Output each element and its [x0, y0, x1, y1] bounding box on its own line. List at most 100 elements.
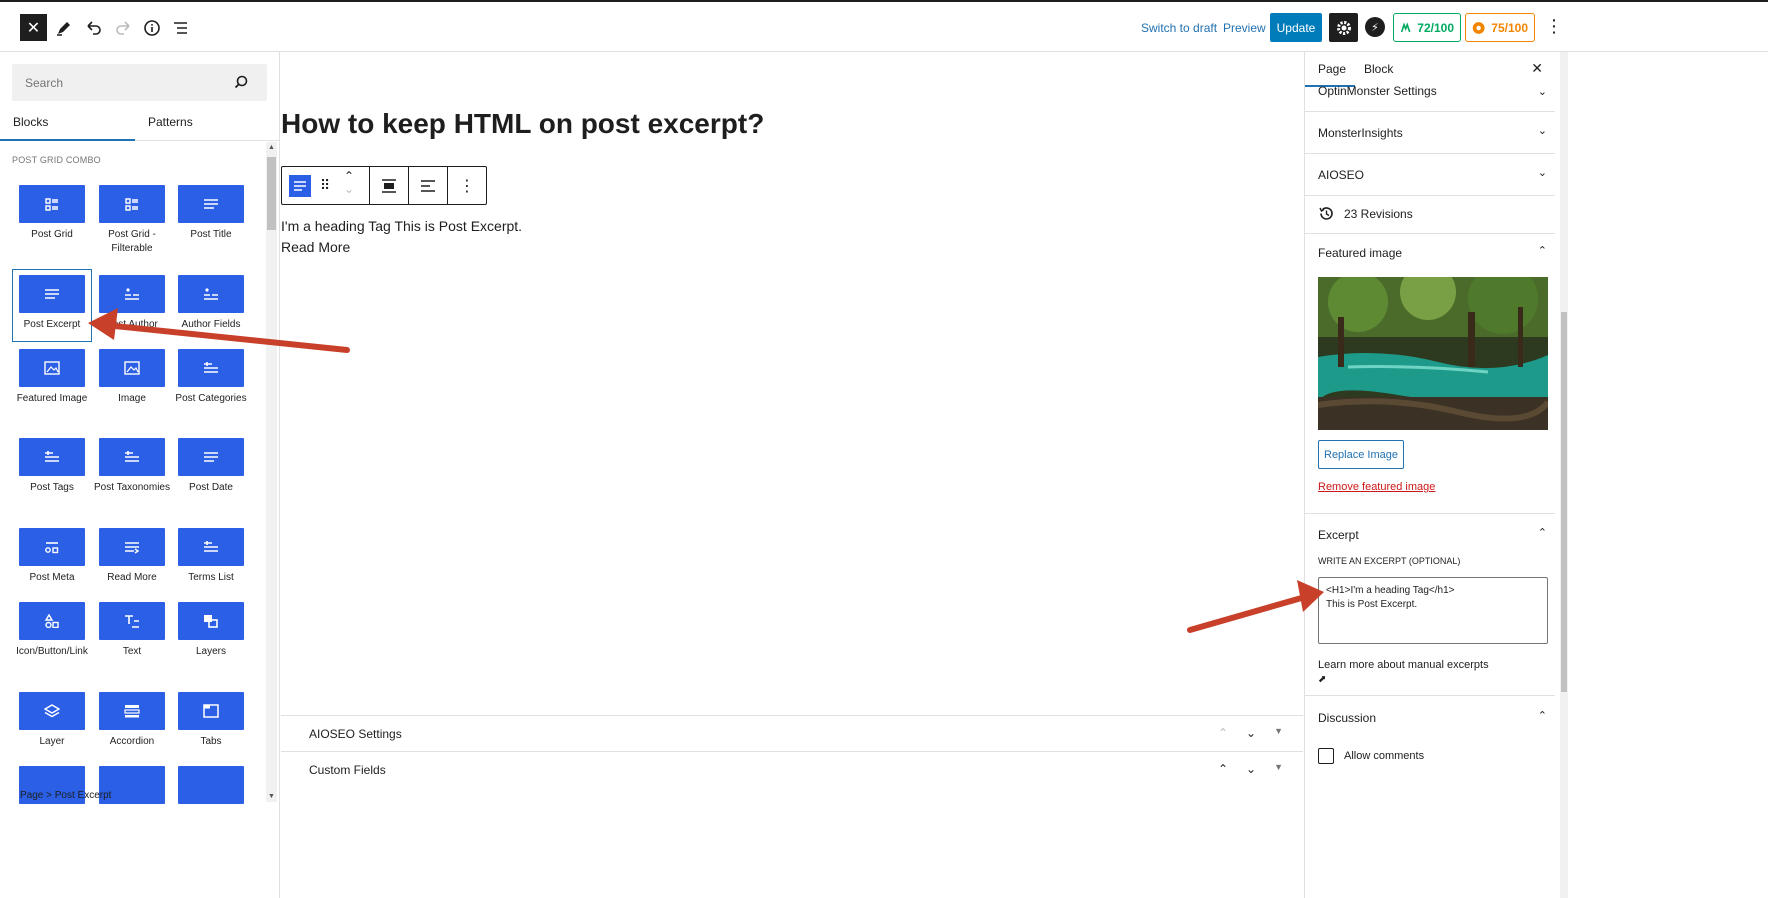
close-editor-button[interactable]: ✕: [20, 14, 47, 41]
block-item-post-author[interactable]: Post Author: [92, 275, 172, 332]
block-label: Icon/Button/Link: [16, 646, 88, 657]
options-menu-icon[interactable]: ⋮: [1545, 16, 1563, 37]
block-label: Post Taxonomies: [94, 482, 170, 493]
update-button[interactable]: Update: [1270, 13, 1322, 42]
list-view-icon[interactable]: [169, 16, 193, 40]
seo-score-button[interactable]: 72/100: [1393, 13, 1461, 42]
block-item-layers[interactable]: Layers: [171, 602, 251, 659]
read-more-link[interactable]: Read More: [281, 237, 522, 258]
panel-aioseo[interactable]: AIOSEO ⌄: [1305, 154, 1555, 196]
block-breadcrumb[interactable]: Page > Post Excerpt: [20, 790, 111, 801]
chevron-down-icon: ⌄: [1537, 125, 1547, 137]
block-item-post-title[interactable]: Post Title: [171, 185, 251, 242]
panel-optinmonster[interactable]: OptinMonster Settings ⌄: [1305, 84, 1555, 112]
block-label: Layers: [195, 646, 226, 657]
block-options-button[interactable]: ⋮: [448, 167, 486, 204]
block-item-icon-button-link[interactable]: Icon/Button/Link: [12, 602, 92, 659]
block-item-tabs[interactable]: Tabs: [171, 692, 251, 749]
panel-title: MonsterInsights: [1318, 126, 1403, 140]
drag-handle-icon[interactable]: ⠿: [320, 177, 330, 194]
toggle-panel-icon[interactable]: ▼: [1274, 726, 1283, 740]
redo-icon[interactable]: [111, 16, 135, 40]
seo-logo-icon: [1400, 21, 1411, 32]
text-icon: [99, 602, 165, 640]
close-sidebar-icon[interactable]: ✕: [1531, 60, 1543, 77]
block-item-post-tags[interactable]: Post Tags: [12, 438, 92, 495]
tab-page[interactable]: Page: [1318, 62, 1346, 76]
inserter-scrollbar[interactable]: ▲ ▼: [266, 142, 277, 802]
panel-monsterinsights[interactable]: MonsterInsights ⌄: [1305, 112, 1555, 154]
settings-button[interactable]: [1329, 13, 1358, 42]
block-item-terms-list[interactable]: Terms List: [171, 528, 251, 585]
block-toolbar: ⠿ ⌃ ⌄ ⋮: [281, 166, 487, 205]
pencil-icon[interactable]: [52, 16, 76, 40]
meta-box-custom-fields[interactable]: Custom Fields ⌃ ⌄ ▼: [281, 751, 1303, 787]
aioseo-score-value: 75/100: [1491, 20, 1528, 35]
move-up-icon[interactable]: ⌃: [1218, 726, 1228, 740]
learn-more-text: Learn more about manual excerpts: [1318, 659, 1489, 671]
post-excerpt-block[interactable]: I'm a heading Tag This is Post Excerpt. …: [281, 216, 522, 258]
chevron-up-icon[interactable]: ⌃: [1538, 526, 1547, 539]
align-block-button[interactable]: [370, 167, 409, 204]
learn-more-link[interactable]: Learn more about manual excerpts ⬈: [1318, 658, 1518, 687]
block-item-author-fields[interactable]: Author Fields: [171, 275, 251, 332]
move-down-icon[interactable]: ⌄: [1246, 762, 1256, 776]
grid-icon: [99, 185, 165, 223]
block-item-text[interactable]: Text: [92, 602, 172, 659]
block-label: Post Author: [106, 319, 158, 330]
info-icon[interactable]: [140, 16, 164, 40]
block-item-post-meta[interactable]: Post Meta: [12, 528, 92, 585]
tab-block[interactable]: Block: [1364, 62, 1393, 76]
block-search-input[interactable]: Search: [12, 64, 267, 101]
search-icon: [234, 75, 248, 89]
excerpt-textarea[interactable]: <H1>I'm a heading Tag</h1> This is Post …: [1318, 577, 1548, 644]
block-label: Post Date: [189, 482, 233, 493]
move-up-down-icon[interactable]: ⌃ ⌄: [344, 170, 354, 196]
chevron-up-icon[interactable]: ⌃: [1538, 709, 1547, 722]
move-up-icon[interactable]: ⌃: [1218, 762, 1228, 776]
performance-icon[interactable]: ⚡: [1365, 17, 1385, 37]
more-vertical-icon: ⋮: [459, 177, 475, 195]
block-label: Post Tags: [30, 482, 74, 493]
block-item-featured-image[interactable]: Featured Image: [12, 349, 92, 406]
sidebar-scrollbar[interactable]: [1560, 52, 1568, 898]
block-item-post-excerpt[interactable]: Post Excerpt: [12, 275, 92, 332]
post-title[interactable]: How to keep HTML on post excerpt?: [281, 108, 764, 140]
block-item-post-grid[interactable]: Post Grid: [12, 185, 92, 242]
block-item-post-date[interactable]: Post Date: [171, 438, 251, 495]
tab-blocks[interactable]: Blocks: [13, 115, 48, 129]
aioseo-score-button[interactable]: 75/100: [1465, 13, 1535, 42]
featured-image-preview[interactable]: [1318, 277, 1548, 430]
meta-box-title: Custom Fields: [309, 763, 386, 777]
block-label: Post Title: [190, 229, 232, 240]
block-item-layer[interactable]: Layer: [12, 692, 92, 749]
allow-comments-checkbox[interactable]: [1318, 748, 1334, 764]
block-item-read-more[interactable]: Read More: [92, 528, 172, 585]
remove-featured-image-link[interactable]: Remove featured image: [1318, 481, 1435, 493]
revisions-row[interactable]: 23 Revisions: [1305, 196, 1555, 234]
panel-title: Excerpt: [1318, 528, 1359, 542]
replace-image-button[interactable]: Replace Image: [1318, 440, 1404, 469]
block-item-accordion[interactable]: Accordion: [92, 692, 172, 749]
block-item-partial[interactable]: [171, 766, 251, 804]
short-lines-icon: [19, 438, 85, 476]
short-lines-icon: [178, 349, 244, 387]
block-item-image[interactable]: Image: [92, 349, 172, 406]
panel-discussion: Discussion ⌃: [1305, 696, 1555, 786]
text-align-button[interactable]: [409, 167, 448, 204]
post-excerpt-block-icon[interactable]: [289, 175, 311, 197]
block-switcher-group: ⠿ ⌃ ⌄: [282, 167, 370, 204]
move-down-icon[interactable]: ⌄: [1246, 726, 1256, 740]
chevron-up-icon[interactable]: ⌃: [1538, 244, 1547, 257]
preview-link[interactable]: Preview: [1223, 21, 1266, 35]
tab-patterns[interactable]: Patterns: [148, 115, 193, 129]
block-item-post-grid-filterable[interactable]: Post Grid - Filterable: [92, 185, 172, 256]
switch-to-draft-link[interactable]: Switch to draft: [1141, 21, 1217, 35]
block-item-post-taxonomies[interactable]: Post Taxonomies: [92, 438, 172, 495]
undo-icon[interactable]: [82, 16, 106, 40]
meta-box-aioseo[interactable]: AIOSEO Settings ⌃ ⌄ ▼: [281, 715, 1303, 751]
block-item-post-categories[interactable]: Post Categories: [171, 349, 251, 406]
block-label: Post Categories: [175, 393, 247, 404]
block-label: Accordion: [109, 736, 155, 747]
toggle-panel-icon[interactable]: ▼: [1274, 762, 1283, 776]
